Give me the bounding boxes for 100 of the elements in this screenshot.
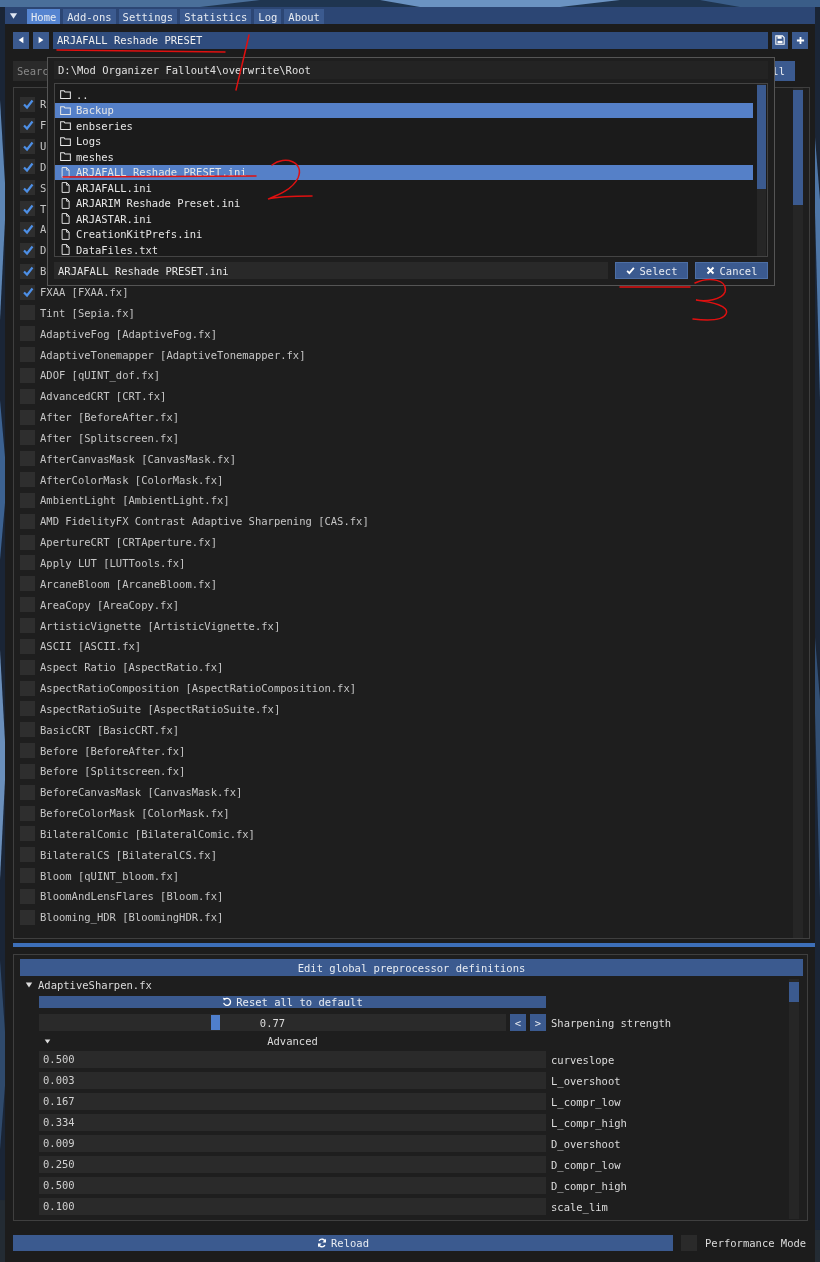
file-entry[interactable]: enbseries bbox=[55, 118, 753, 134]
checkbox-label[interactable]: Performance Mode bbox=[705, 1237, 807, 1249]
effect-name[interactable]: Aspect Ratio [AspectRatio.fx] bbox=[40, 661, 224, 674]
effect-name[interactable]: ArtisticVignette [ArtisticVignette.fx] bbox=[40, 619, 281, 632]
checkbox[interactable] bbox=[20, 159, 35, 175]
scrollbar[interactable] bbox=[793, 88, 803, 938]
file-entry[interactable]: meshes bbox=[55, 149, 753, 165]
value-field[interactable]: 0.009 bbox=[39, 1135, 546, 1152]
effect-name[interactable]: R bbox=[40, 98, 47, 111]
effect-name[interactable]: AdaptiveFog [AdaptiveFog.fx] bbox=[40, 327, 217, 340]
collapse-icon[interactable] bbox=[9, 11, 18, 20]
preset-field[interactable]: ARJAFALL Reshade PRESET bbox=[53, 31, 768, 49]
effect-name[interactable]: AreaCopy [AreaCopy.fx] bbox=[40, 598, 180, 611]
effect-name[interactable]: Blooming_HDR [BloomingHDR.fx] bbox=[40, 911, 224, 924]
effect-name[interactable]: Apply LUT [LUTTools.fx] bbox=[40, 557, 186, 569]
checkbox[interactable] bbox=[20, 263, 35, 279]
effect-name[interactable]: BilateralCS [BilateralCS.fx] bbox=[40, 848, 217, 861]
effect-name[interactable]: BloomAndLensFlares [Bloom.fx] bbox=[40, 890, 224, 903]
checkbox[interactable] bbox=[20, 222, 35, 237]
filename-field[interactable]: ARJAFALL Reshade PRESET.ini bbox=[54, 262, 608, 279]
save-button[interactable] bbox=[772, 31, 788, 49]
preprocessor-button[interactable]: Edit global preprocessor definitions bbox=[20, 959, 803, 976]
folder-icon bbox=[60, 120, 71, 132]
value-field[interactable]: 0.250 bbox=[39, 1156, 546, 1173]
effect-name[interactable]: F bbox=[40, 119, 47, 132]
increase-button[interactable]: > bbox=[530, 1014, 546, 1031]
effect-name[interactable]: BeforeCanvasMask [CanvasMask.fx] bbox=[40, 786, 243, 799]
effect-name[interactable]: AmbientLight [AmbientLight.fx] bbox=[40, 494, 230, 507]
value-field[interactable]: 0.334 bbox=[39, 1114, 546, 1131]
effect-name[interactable]: AfterCanvasMask [CanvasMask.fx] bbox=[40, 452, 236, 465]
reset-button[interactable]: Reset all to default bbox=[39, 996, 546, 1008]
effect-name[interactable]: BeforeColorMask [ColorMask.fx] bbox=[40, 807, 230, 820]
effect-name[interactable]: Bloom [qUINT_bloom.fx] bbox=[40, 869, 180, 882]
add-button[interactable] bbox=[792, 31, 808, 49]
section-title[interactable]: Advanced bbox=[39, 1035, 546, 1047]
effect-title[interactable]: AdaptiveSharpen.fx bbox=[38, 979, 152, 991]
effect-name[interactable]: BilateralComic [BilateralComic.fx] bbox=[40, 827, 255, 840]
cancel-button[interactable]: Cancel bbox=[695, 262, 768, 279]
menu-tab[interactable]: Settings bbox=[118, 9, 178, 24]
refresh-icon bbox=[317, 1238, 328, 1248]
value-field[interactable]: 0.500 bbox=[39, 1177, 546, 1194]
effect-name[interactable]: AdaptiveTonemapper [AdaptiveTonemapper.fx] bbox=[40, 348, 306, 361]
effect-name[interactable]: AspectRatioComposition [AspectRatioComposition.fx] bbox=[40, 682, 357, 695]
file-entry[interactable]: ARJAFALL.ini bbox=[55, 180, 753, 196]
next-button[interactable] bbox=[33, 31, 49, 49]
checkbox[interactable] bbox=[20, 180, 35, 196]
menu-tab[interactable]: Add-ons bbox=[63, 9, 116, 24]
value-field[interactable]: 0.003 bbox=[39, 1072, 546, 1089]
effect-name[interactable]: After [BeforeAfter.fx] bbox=[40, 411, 180, 424]
setting-label: L_overshoot bbox=[551, 1074, 621, 1087]
effect-name[interactable]: Before [BeforeAfter.fx] bbox=[40, 744, 186, 757]
value-field[interactable]: 0.100 bbox=[39, 1198, 546, 1215]
file-entry[interactable]: .. bbox=[55, 87, 753, 103]
value-field[interactable]: 0.167 bbox=[39, 1093, 546, 1110]
expand-arrow-icon[interactable] bbox=[44, 1037, 51, 1045]
file-entry[interactable]: CreationKitPrefs.ini bbox=[55, 226, 753, 242]
effect-name[interactable]: AfterColorMask [ColorMask.fx] bbox=[40, 473, 224, 486]
value-field[interactable]: 0.500 bbox=[39, 1051, 546, 1068]
slider[interactable]: 0.77 bbox=[39, 1014, 506, 1031]
effect-name[interactable]: After [Splitscreen.fx] bbox=[40, 431, 180, 444]
effect-name[interactable]: T bbox=[40, 202, 47, 215]
file-entry[interactable]: DataFiles.txt bbox=[55, 242, 753, 256]
effect-name[interactable]: AdvancedCRT [CRT.fx] bbox=[40, 390, 167, 403]
menu-tab[interactable]: Log bbox=[254, 9, 282, 24]
effect-name[interactable]: D bbox=[40, 244, 47, 257]
effect-name[interactable]: ArcaneBloom [ArcaneBloom.fx] bbox=[40, 577, 217, 590]
checkbox[interactable] bbox=[20, 201, 35, 217]
select-button[interactable]: Select bbox=[615, 262, 688, 279]
expand-arrow-icon[interactable] bbox=[25, 981, 33, 989]
file-entry[interactable]: ARJARIM Reshade Preset.ini bbox=[55, 195, 753, 211]
scrollbar[interactable] bbox=[757, 84, 766, 256]
menu-tab[interactable]: Statistics bbox=[180, 9, 252, 24]
slider-thumb[interactable] bbox=[211, 1015, 221, 1030]
effect-name[interactable]: ASCII [ASCII.fx] bbox=[40, 640, 142, 653]
effect-name[interactable]: Before [Splitscreen.fx] bbox=[40, 765, 186, 778]
file-entry[interactable]: ARJASTAR.ini bbox=[55, 211, 753, 227]
effect-name[interactable]: Tint [Sepia.fx] bbox=[40, 306, 135, 319]
effect-name[interactable]: S bbox=[40, 181, 47, 194]
folder-icon bbox=[60, 104, 71, 116]
effect-name[interactable]: BasicCRT [BasicCRT.fx] bbox=[40, 723, 180, 736]
effect-name[interactable]: ADOF [qUINT_dof.fx] bbox=[40, 369, 161, 382]
effect-name[interactable]: AMD FidelityFX Contrast Adaptive Sharpening [CAS.fx] bbox=[40, 515, 369, 528]
previous-button[interactable] bbox=[13, 31, 29, 49]
effect-name[interactable]: U bbox=[40, 140, 47, 153]
effect-name[interactable]: ApertureCRT [CRTAperture.fx] bbox=[40, 536, 217, 549]
effect-name[interactable]: A bbox=[40, 223, 47, 236]
effect-name[interactable]: AspectRatioSuite [AspectRatioSuite.fx] bbox=[40, 702, 281, 715]
file-entry[interactable]: Logs bbox=[55, 133, 753, 149]
effect-name[interactable]: B bbox=[40, 265, 47, 278]
checkbox[interactable] bbox=[20, 96, 35, 112]
checkbox[interactable] bbox=[20, 284, 35, 300]
effect-name[interactable]: D bbox=[40, 160, 47, 173]
effect-name[interactable]: FXAA [FXAA.fx] bbox=[40, 286, 129, 298]
checkbox[interactable] bbox=[20, 242, 35, 258]
decrease-button[interactable]: < bbox=[510, 1014, 526, 1031]
reload-button[interactable]: Reload bbox=[13, 1235, 673, 1251]
checkbox[interactable] bbox=[20, 117, 35, 133]
checkbox[interactable] bbox=[20, 138, 35, 154]
menu-tab[interactable]: About bbox=[284, 9, 324, 24]
scrollbar[interactable] bbox=[789, 979, 799, 1219]
